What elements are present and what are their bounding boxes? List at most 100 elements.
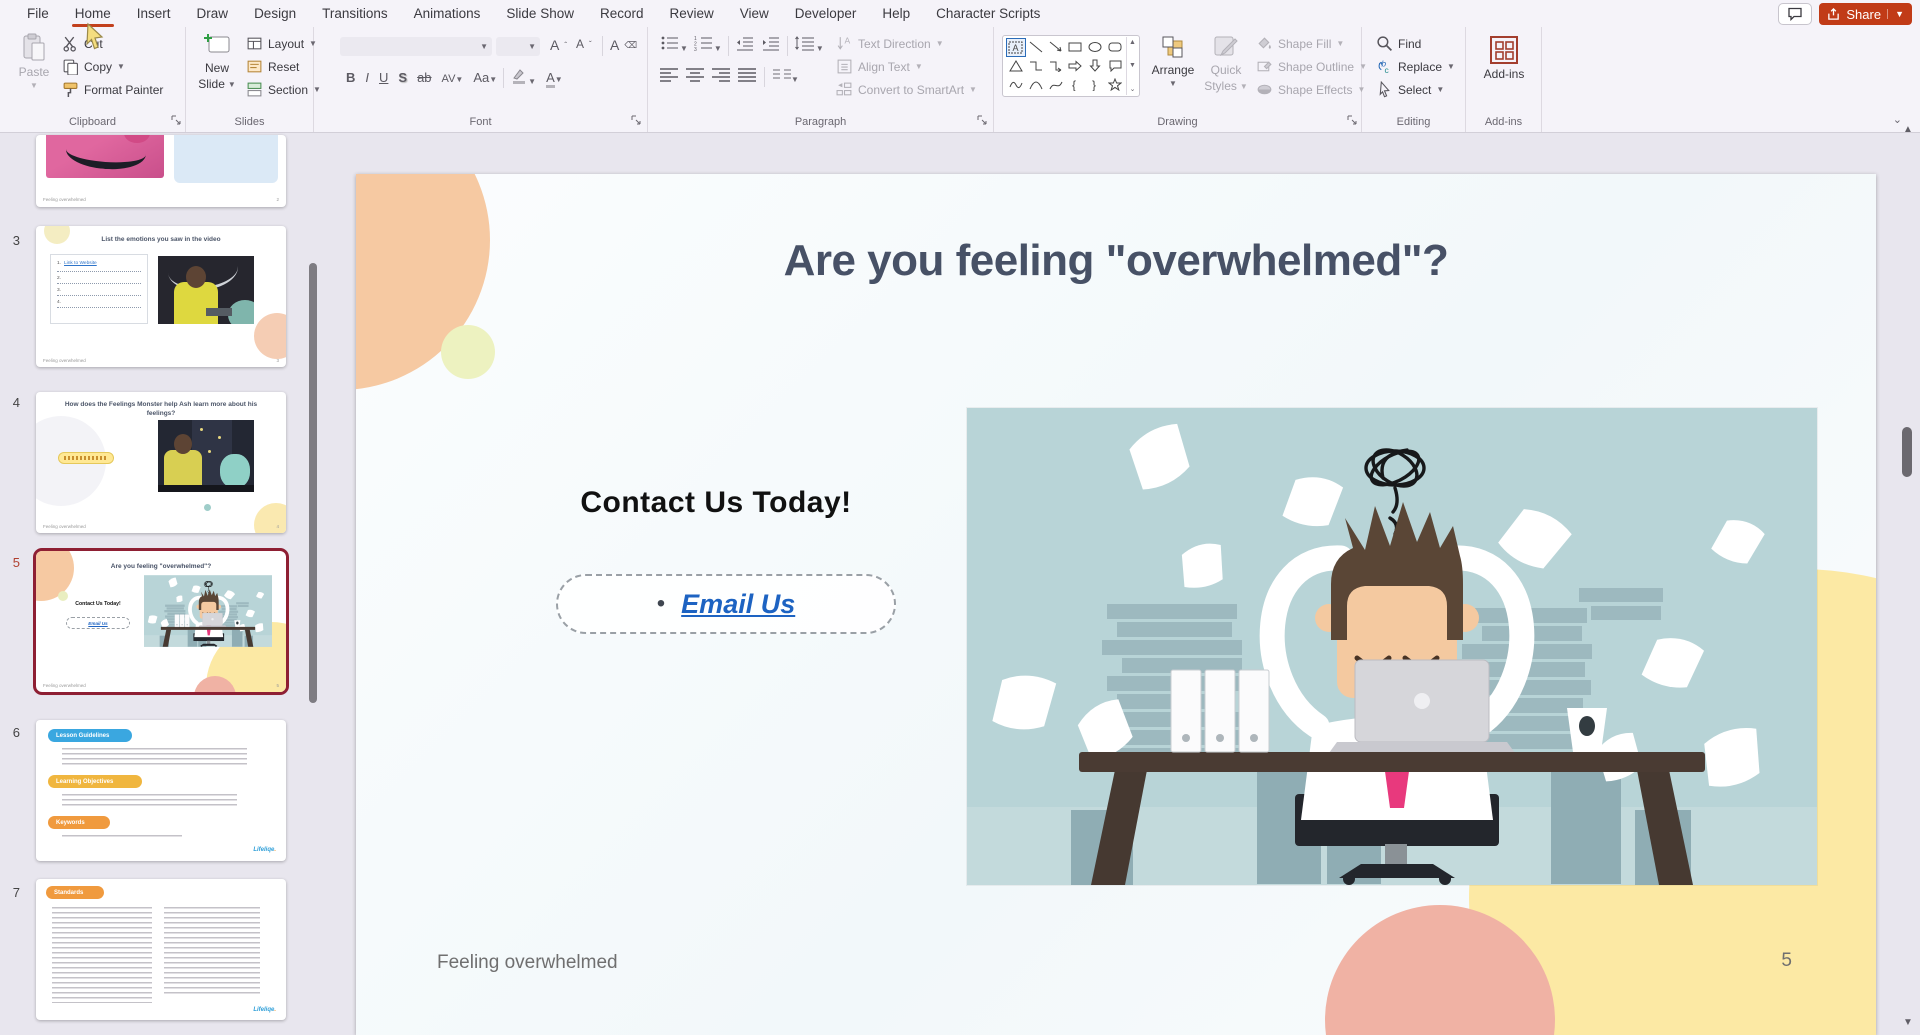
bullets-button[interactable]: ▼ (660, 35, 688, 56)
shape-rounded-rectangle[interactable] (1105, 38, 1125, 57)
bold-button[interactable]: B (342, 69, 359, 86)
paste-button[interactable]: Paste ▼ (14, 33, 54, 90)
clear-formatting-button[interactable]: A⌫ (610, 37, 637, 53)
align-text-button[interactable]: Align Text▼ (836, 58, 923, 75)
share-dropdown[interactable]: ▼ (1887, 9, 1904, 19)
shape-rectangle[interactable] (1066, 38, 1086, 57)
quick-styles-button[interactable]: Quick Styles▼ (1202, 35, 1250, 93)
drawing-dialog-launcher-icon[interactable] (1346, 114, 1358, 126)
decrease-indent-button[interactable] (735, 35, 755, 56)
menu-help[interactable]: Help (869, 1, 923, 27)
shape-line[interactable] (1026, 38, 1046, 57)
menu-developer[interactable]: Developer (782, 1, 870, 27)
shape-fill-button[interactable]: Shape Fill▼ (1256, 35, 1344, 52)
share-button[interactable]: Share ▼ (1819, 3, 1912, 25)
character-spacing-button[interactable]: AV▼ (438, 69, 468, 86)
menu-insert[interactable]: Insert (124, 1, 184, 27)
menu-view[interactable]: View (727, 1, 782, 27)
shape-curve[interactable] (1046, 75, 1066, 94)
comments-button[interactable] (1778, 3, 1812, 25)
underline-button[interactable]: U (375, 69, 392, 86)
find-button[interactable]: Find (1376, 35, 1421, 52)
convert-to-smartart-button[interactable]: Convert to SmartArt▼ (836, 81, 977, 98)
addins-button[interactable]: Add-ins (1480, 35, 1528, 81)
copy-button[interactable]: Copy ▼ (62, 58, 125, 75)
thumbnail-panel-scrollbar[interactable] (308, 263, 318, 833)
paste-dropdown[interactable]: ▼ (30, 81, 38, 90)
columns-button[interactable]: ▼ (773, 68, 799, 87)
align-right-button[interactable] (712, 68, 730, 87)
shape-outline-button[interactable]: Shape Outline▼ (1256, 58, 1367, 75)
paragraph-dialog-launcher-icon[interactable] (976, 114, 988, 126)
overwhelmed-man-illustration[interactable] (967, 408, 1817, 885)
email-us-link[interactable]: Email Us (681, 589, 795, 620)
menu-slide-show[interactable]: Slide Show (493, 1, 587, 27)
slide-canvas[interactable]: Are you feeling "overwhelmed"? Contact U… (356, 174, 1876, 1035)
shape-down-arrow[interactable] (1085, 57, 1105, 76)
thumbnail-panel-scroll-thumb[interactable] (309, 263, 317, 703)
shape-scribble[interactable] (1006, 75, 1026, 94)
shape-arc[interactable] (1026, 75, 1046, 94)
font-name-combo[interactable]: ▼ (340, 37, 492, 56)
menu-draw[interactable]: Draw (184, 1, 242, 27)
increase-indent-button[interactable] (761, 35, 781, 56)
increase-font-button[interactable]: Aˆ (550, 37, 567, 53)
strikethrough-button[interactable]: ab (413, 69, 435, 86)
shape-textbox[interactable]: A (1006, 38, 1026, 57)
menu-file[interactable]: File (14, 1, 62, 27)
shape-effects-button[interactable]: Shape Effects▼ (1256, 81, 1365, 98)
shape-arrow[interactable] (1046, 38, 1066, 57)
italic-button[interactable]: I (361, 69, 373, 86)
shape-star[interactable] (1105, 75, 1125, 94)
justify-button[interactable] (738, 68, 756, 87)
thumbnail-slide-4[interactable]: How does the Feelings Monster help Ash l… (36, 392, 286, 533)
copy-dropdown[interactable]: ▼ (117, 62, 125, 71)
thumbnail-slide-5[interactable]: Are you feeling "overwhelmed"? Contact U… (36, 551, 286, 692)
menu-animations[interactable]: Animations (401, 1, 494, 27)
thumbnail-slide-7[interactable]: Standards Lifeliqe. (36, 879, 286, 1020)
shape-right-brace[interactable]: } (1085, 75, 1105, 94)
contact-us-text[interactable]: Contact Us Today! (476, 486, 956, 520)
reset-button[interactable]: Reset (246, 58, 299, 75)
clipboard-dialog-launcher-icon[interactable] (170, 114, 182, 126)
scroll-up-arrow[interactable]: ▲ (1903, 124, 1913, 135)
new-slide-button[interactable]: New Slide▼ (194, 33, 240, 91)
scroll-down-arrow[interactable]: ▼ (1903, 1017, 1913, 1028)
select-button[interactable]: Select▼ (1376, 81, 1444, 98)
shape-callout[interactable] (1105, 57, 1125, 76)
font-color-button[interactable]: A▼ (542, 69, 567, 86)
menu-design[interactable]: Design (241, 1, 309, 27)
align-center-button[interactable] (686, 68, 704, 87)
numbering-button[interactable]: 123▼ (694, 35, 722, 56)
font-dialog-launcher-icon[interactable] (630, 114, 642, 126)
email-us-pill[interactable]: • Email Us (556, 574, 896, 634)
menu-transitions[interactable]: Transitions (309, 1, 401, 27)
arrange-button[interactable]: Arrange ▼ (1146, 35, 1200, 88)
decrease-font-button[interactable]: Aˇ (576, 37, 592, 51)
shape-elbow-arrow-connector[interactable] (1046, 57, 1066, 76)
thumbnail-slide-6[interactable]: Lesson Guidelines Learning Objectives Ke… (36, 720, 286, 861)
thumbnail-slide-2[interactable]: Sometimes we have big emotions. Noticing… (36, 135, 286, 207)
collapse-ribbon-chevron[interactable]: ⌄ (1893, 113, 1902, 126)
shape-elbow-connector[interactable] (1026, 57, 1046, 76)
text-direction-button[interactable]: A Text Direction▼ (836, 35, 944, 52)
main-scroll-thumb[interactable] (1902, 427, 1912, 477)
shadow-button[interactable]: S (394, 69, 411, 86)
shape-oval[interactable] (1085, 38, 1105, 57)
menu-character-scripts[interactable]: Character Scripts (923, 1, 1053, 27)
shapes-gallery-scrollbar[interactable]: ▲▼⌄ (1126, 37, 1138, 95)
align-left-button[interactable] (660, 68, 678, 87)
menu-review[interactable]: Review (657, 1, 727, 27)
shape-right-arrow[interactable] (1066, 57, 1086, 76)
highlight-color-button[interactable]: ▼ (506, 67, 540, 88)
replace-button[interactable]: bc Replace▼ (1376, 58, 1455, 75)
change-case-button[interactable]: Aa▼ (469, 69, 501, 86)
format-painter-button[interactable]: Format Painter (62, 81, 163, 98)
section-button[interactable]: Section▼ (246, 81, 321, 98)
slide-title[interactable]: Are you feeling "overwhelmed"? (356, 236, 1876, 286)
shape-left-brace[interactable]: { (1066, 75, 1086, 94)
layout-button[interactable]: Layout▼ (246, 35, 317, 52)
shape-triangle[interactable] (1006, 57, 1026, 76)
thumbnail-slide-3[interactable]: List the emotions you saw in the video 1… (36, 226, 286, 367)
menu-record[interactable]: Record (587, 1, 657, 27)
